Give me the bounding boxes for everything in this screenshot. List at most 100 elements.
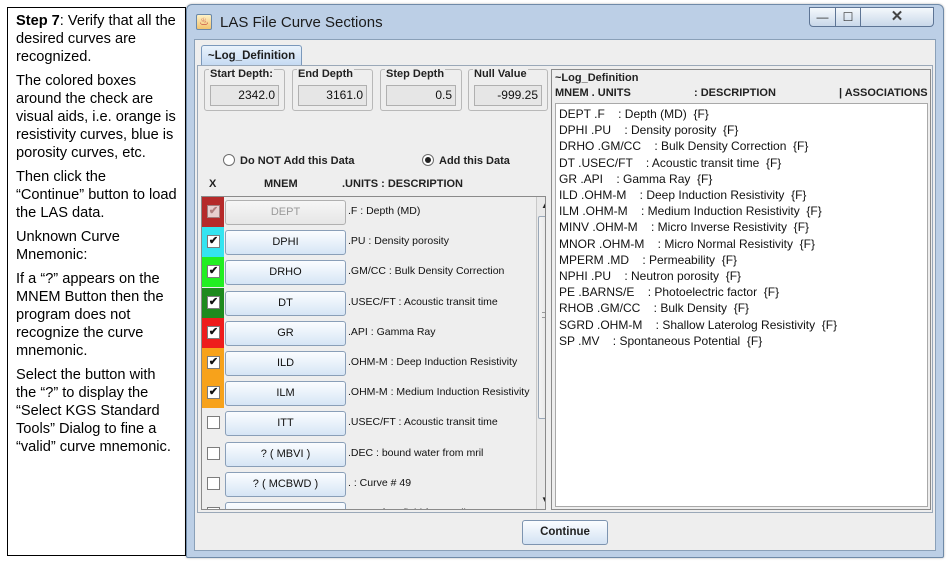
curve-list[interactable]: ✔ DEPT .F : Depth (MD) ✔ DPHI .PU : Density p… bbox=[201, 196, 546, 510]
curve-row: ✔ DT .USEC/FT : Acoustic transit time bbox=[202, 287, 538, 318]
curve-description: .USEC/FT : Acoustic transit time bbox=[348, 295, 498, 308]
scroll-thumb[interactable] bbox=[538, 216, 545, 419]
curve-mnem-button[interactable]: DT bbox=[225, 290, 346, 316]
las-line: MINV .OHM-M : Micro Inverse Resistivity … bbox=[559, 220, 810, 235]
step-label: Step 7 bbox=[16, 13, 60, 29]
curve-mnem-button[interactable]: ILD bbox=[225, 351, 346, 376]
las-line: DPHI .PU : Density porosity {F} bbox=[559, 123, 739, 138]
step-depth-group: Step Depth 0.5 bbox=[380, 68, 462, 111]
curve-description: .DEC : free fluid from mril bbox=[348, 507, 466, 509]
title-bar[interactable]: ♨ LAS File Curve Sections — ☐ ✕ bbox=[187, 5, 943, 39]
grip-icon bbox=[542, 312, 545, 318]
curve-row: ✔ ILD .OHM-M : Deep Induction Resistivity bbox=[202, 348, 538, 378]
curve-mnem-button[interactable]: ? ( MCBWD ) bbox=[225, 471, 346, 497]
las-curve-window: ♨ LAS File Curve Sections — ☐ ✕ ~Log_Def… bbox=[186, 4, 944, 558]
las-line: ILM .OHM-M : Medium Induction Resistivit… bbox=[559, 204, 822, 219]
las-line: GR .API : Gamma Ray {F} bbox=[559, 171, 713, 186]
window-client: ~Log_Definition Start Depth: 2342.0 End … bbox=[194, 39, 936, 551]
las-section-title: ~Log_Definition bbox=[555, 72, 639, 84]
col-header-units-desc: .UNITS : DESCRIPTION bbox=[342, 178, 464, 190]
maximize-button[interactable]: ☐ bbox=[835, 7, 861, 27]
instruction-text-2: The colored boxes around the check are v… bbox=[16, 73, 176, 161]
curve-mnem-button[interactable]: ITT bbox=[225, 411, 346, 437]
las-line: SGRD .OHM-M : Shallow Laterolog Resistiv… bbox=[559, 317, 838, 332]
curve-checkbox[interactable] bbox=[207, 476, 220, 490]
step-depth-field: 0.5 bbox=[386, 85, 456, 106]
instruction-text-6: Select the button with the “?” to displa… bbox=[16, 367, 171, 455]
las-definition-panel: ~Log_Definition MNEM . UNITS : DESCRIPTI… bbox=[551, 69, 931, 510]
curve-description: .DEC : bound water from mril bbox=[348, 446, 484, 459]
curve-mnem-button[interactable]: ? ( MFFI ) bbox=[225, 502, 346, 509]
curve-mnem-button[interactable]: GR bbox=[225, 320, 346, 346]
radio-add-data-label: Add this Data bbox=[439, 155, 510, 167]
curve-row: ITT .USEC/FT : Acoustic transit time bbox=[202, 408, 538, 438]
curve-checkbox[interactable]: ✔ bbox=[207, 356, 220, 369]
radio-add-data-indicator[interactable] bbox=[422, 154, 434, 166]
curve-mnem-button[interactable]: DPHI bbox=[225, 230, 346, 256]
las-line: PE .BARNS/E : Photoelectric factor {F} bbox=[559, 285, 780, 300]
instruction-text-5: If a “?” appears on the MNEM Button then… bbox=[16, 271, 164, 359]
end-depth-label: End Depth bbox=[297, 68, 354, 80]
continue-button[interactable]: Continue bbox=[522, 520, 608, 545]
radio-do-not-add-indicator[interactable] bbox=[223, 154, 235, 166]
curve-row: ✔ DPHI .PU : Density porosity bbox=[202, 227, 538, 258]
radio-add-data[interactable]: Add this Data bbox=[422, 154, 510, 167]
curve-mnem-button[interactable]: DRHO bbox=[225, 260, 346, 286]
close-icon: ✕ bbox=[890, 8, 904, 25]
las-col-desc: : DESCRIPTION bbox=[694, 87, 776, 99]
curve-checkbox[interactable]: ✔ bbox=[207, 295, 220, 309]
curve-checkbox[interactable]: ✔ bbox=[207, 235, 220, 249]
curve-description: .OHM-M : Medium Induction Resistivity bbox=[348, 386, 530, 399]
null-value-label: Null Value bbox=[473, 68, 528, 80]
curve-description: .F : Depth (MD) bbox=[348, 205, 421, 217]
curve-description: .GM/CC : Bulk Density Correction bbox=[348, 265, 505, 278]
end-depth-group: End Depth 3161.0 bbox=[292, 68, 373, 111]
curve-checkbox[interactable]: ✔ bbox=[207, 386, 220, 400]
las-text-area[interactable]: DEPT .F : Depth (MD) {F} DPHI .PU : Densi… bbox=[555, 103, 928, 507]
radio-do-not-add-label: Do NOT Add this Data bbox=[240, 155, 355, 167]
tab-panel: Start Depth: 2342.0 End Depth 3161.0 Ste… bbox=[197, 65, 933, 513]
curve-checkbox[interactable] bbox=[207, 507, 220, 509]
col-header-mnem: MNEM bbox=[264, 178, 298, 190]
las-line: DRHO .GM/CC : Bulk Density Correction {F… bbox=[559, 139, 809, 154]
curve-checkbox[interactable] bbox=[207, 416, 220, 430]
curve-row: ? ( MCBWD ). : Curve # 49 bbox=[202, 469, 538, 499]
scroll-down-icon[interactable]: ▼ bbox=[538, 492, 545, 508]
start-depth-label: Start Depth: bbox=[209, 68, 274, 80]
minimize-button[interactable]: — bbox=[809, 7, 836, 27]
curve-row: ✔ GR .API : Gamma Ray bbox=[202, 317, 538, 348]
start-depth-field: 2342.0 bbox=[210, 85, 279, 106]
curve-checkbox[interactable]: ✔ bbox=[207, 325, 220, 339]
minimize-icon: — bbox=[816, 10, 829, 24]
tab-log-definition[interactable]: ~Log_Definition bbox=[201, 45, 302, 66]
curve-checkbox: ✔ bbox=[207, 205, 220, 218]
scroll-up-icon[interactable]: ▲ bbox=[538, 198, 545, 214]
curve-checkbox[interactable]: ✔ bbox=[207, 265, 220, 279]
maximize-icon: ☐ bbox=[842, 10, 854, 24]
radio-do-not-add[interactable]: Do NOT Add this Data bbox=[223, 154, 354, 167]
las-col-assoc: | ASSOCIATIONS bbox=[839, 87, 928, 99]
curve-description: . : Curve # 49 bbox=[348, 476, 412, 489]
las-line: RHOB .GM/CC : Bulk Density {F} bbox=[559, 301, 750, 316]
step-depth-label: Step Depth bbox=[385, 68, 446, 80]
null-value-group: Null Value -999.25 bbox=[468, 68, 548, 111]
curve-row: ? ( MFFI ).DEC : free fluid from mril bbox=[202, 499, 538, 509]
instruction-step: Step 7: Verify that all the desired curv… bbox=[16, 12, 177, 66]
curve-mnem-button[interactable]: ILM bbox=[225, 381, 346, 407]
curve-mnem-button[interactable]: ? ( MBVI ) bbox=[225, 441, 346, 467]
las-line: ILD .OHM-M : Deep Induction Resistivity … bbox=[559, 188, 807, 203]
curve-checkbox[interactable] bbox=[207, 446, 220, 460]
las-line: DEPT .F : Depth (MD) {F} bbox=[559, 107, 709, 121]
curve-row: ✔ DRHO .GM/CC : Bulk Density Correction bbox=[202, 257, 538, 288]
close-button[interactable]: ✕ bbox=[860, 7, 934, 27]
las-app-icon: ♨ bbox=[196, 14, 212, 30]
col-header-x: X bbox=[209, 178, 217, 190]
instruction-text-3: Then click the “Continue” button to load… bbox=[16, 169, 177, 221]
curve-description: .PU : Density porosity bbox=[348, 235, 449, 248]
las-col-mnem: MNEM . UNITS bbox=[555, 87, 631, 99]
curve-mnem-button[interactable]: DEPT bbox=[225, 200, 346, 225]
las-line: MNOR .OHM-M : Micro Normal Resistivity {… bbox=[559, 236, 816, 251]
start-depth-group: Start Depth: 2342.0 bbox=[204, 68, 285, 111]
curve-list-scrollbar[interactable]: ▲ ▼ bbox=[536, 197, 545, 509]
curve-description: .OHM-M : Deep Induction Resistivity bbox=[348, 356, 518, 368]
